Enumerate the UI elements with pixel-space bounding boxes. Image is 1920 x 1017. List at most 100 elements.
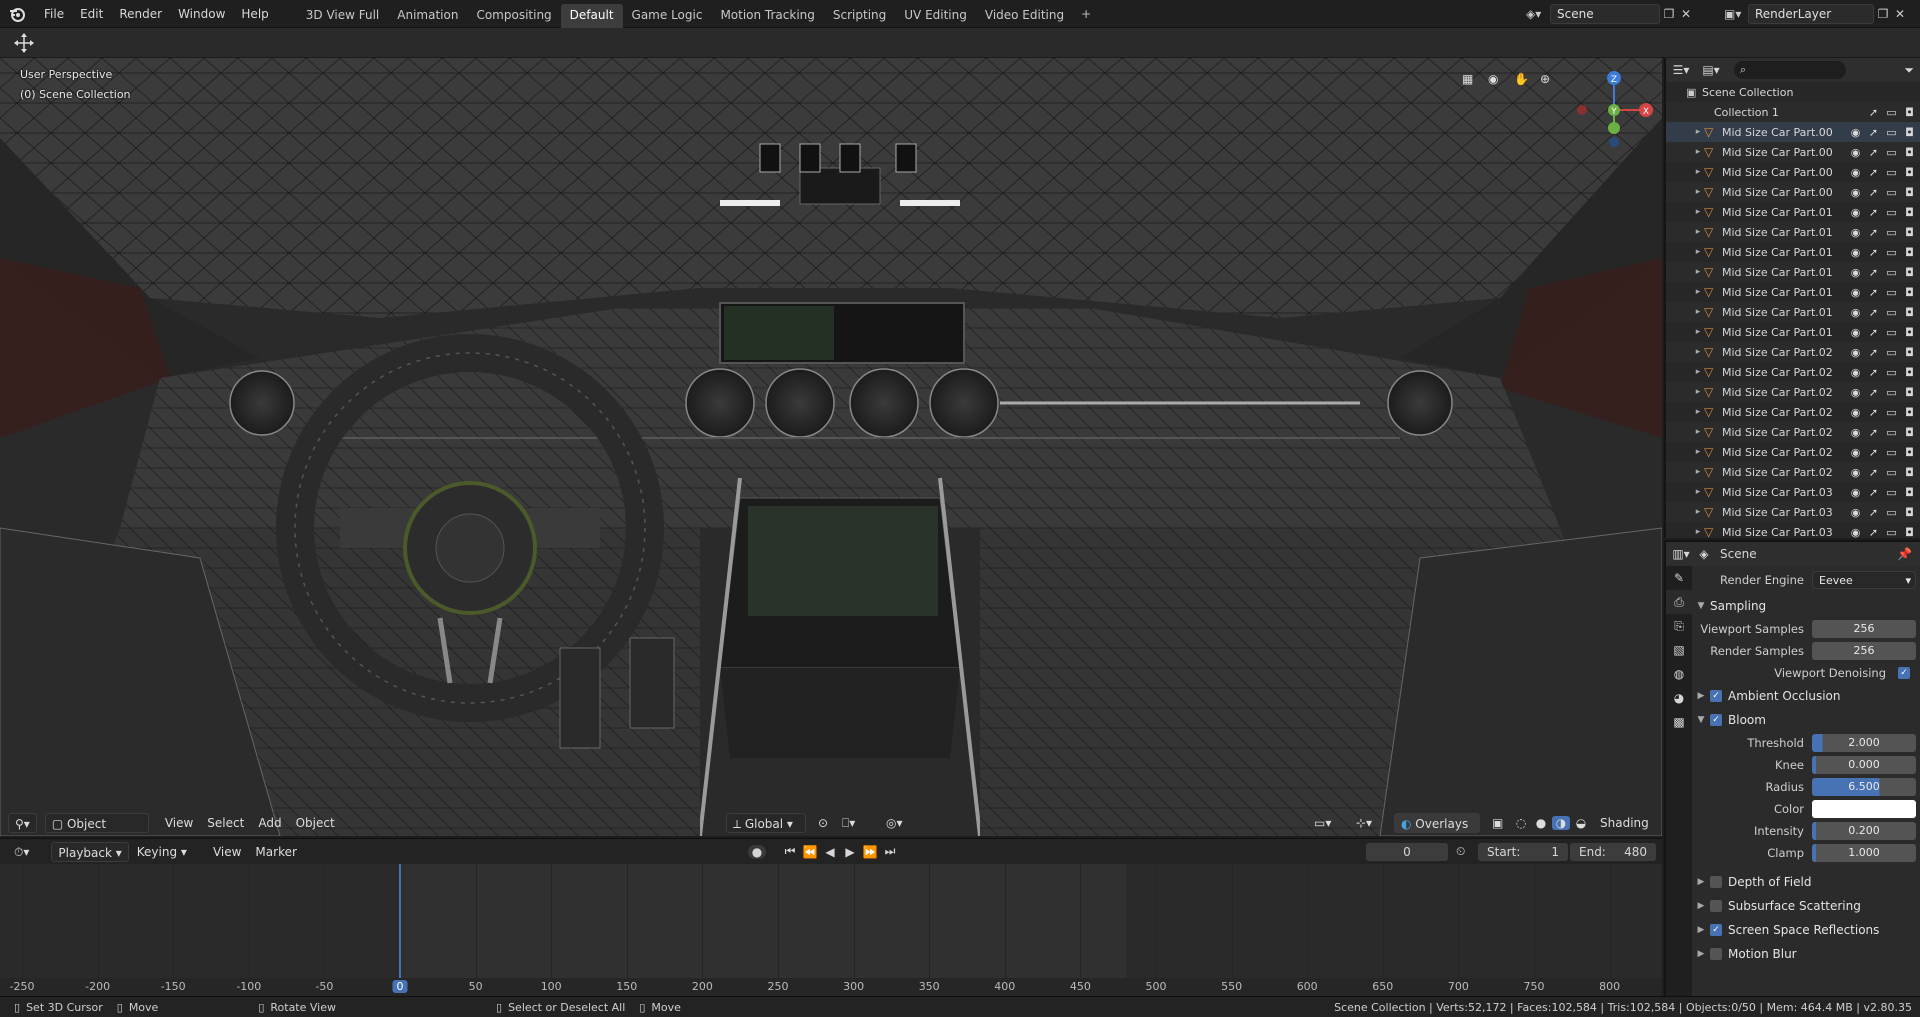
duplicate-layer-icon[interactable]: ❐ xyxy=(1874,7,1892,21)
outliner-object-row[interactable]: ▸ ▽ Mid Size Car Part.01 ◉ ➚ ▭ ◘ xyxy=(1666,262,1920,282)
mode-dropdown[interactable]: ▢ Object Mode ▾ xyxy=(44,813,149,851)
eye-icon[interactable]: ◉ xyxy=(1849,306,1862,319)
render-visibility-icon[interactable]: ◘ xyxy=(1903,306,1916,319)
start-frame-field[interactable]: Start: 1 xyxy=(1478,842,1568,861)
render-visibility-icon[interactable]: ◘ xyxy=(1903,526,1916,539)
bloom-checkbox[interactable]: ✓ xyxy=(1710,714,1722,726)
bloom-radius-slider[interactable]: 6.500 xyxy=(1812,778,1916,796)
selectable-icon[interactable]: ➚ xyxy=(1867,486,1880,499)
grid-view-icon[interactable]: ▦ xyxy=(1462,72,1480,86)
viewport-visibility-icon[interactable]: ▭ xyxy=(1885,206,1898,219)
eye-icon[interactable]: ◉ xyxy=(1849,406,1862,419)
render-visibility-icon[interactable]: ◘ xyxy=(1903,406,1916,419)
expand-arrow-icon[interactable]: ▸ xyxy=(1692,307,1704,317)
timeline-area[interactable]: -250 -200 -150 -100 -50 0 50 100 150 200 250 300 350… xyxy=(0,864,1662,996)
tab-video-editing[interactable]: Video Editing xyxy=(976,4,1073,28)
collapsed-panel-header[interactable]: ▶ Motion Blur xyxy=(1692,942,1920,966)
texture-tab-icon[interactable]: ▩ xyxy=(1666,710,1692,734)
render-visibility-icon[interactable]: ◘ xyxy=(1903,346,1916,359)
menu-select[interactable]: Select xyxy=(201,813,250,833)
selectable-icon[interactable]: ➚ xyxy=(1867,306,1880,319)
render-visibility-icon[interactable]: ◘ xyxy=(1903,446,1916,459)
selectable-icon[interactable]: ➚ xyxy=(1867,386,1880,399)
blender-logo-icon[interactable] xyxy=(6,3,28,25)
render-visibility-icon[interactable]: ◘ xyxy=(1903,286,1916,299)
xray-icon[interactable]: ▣ xyxy=(1486,813,1509,833)
solid-shading-icon[interactable]: ● xyxy=(1532,816,1550,830)
eye-icon[interactable]: ◉ xyxy=(1849,246,1862,259)
viewport-visibility-icon[interactable]: ▭ xyxy=(1885,366,1898,379)
expand-arrow-icon[interactable]: ▸ xyxy=(1692,407,1704,417)
outliner-object-row[interactable]: ▸ ▽ Mid Size Car Part.02 ◉ ➚ ▭ ◘ xyxy=(1666,462,1920,482)
bloom-knee-slider[interactable]: 0.000 xyxy=(1812,756,1916,774)
render-visibility-icon[interactable]: ◘ xyxy=(1903,426,1916,439)
camera-icon[interactable]: ◉ xyxy=(1488,72,1506,86)
outliner-object-row[interactable]: ▸ ▽ Mid Size Car Part.03 ◉ ➚ ▭ ◘ xyxy=(1666,502,1920,522)
expand-arrow-icon[interactable]: ▸ xyxy=(1692,147,1704,157)
render-visibility-icon[interactable]: ◘ xyxy=(1903,386,1916,399)
view-layer-tab-icon[interactable]: ▧ xyxy=(1666,638,1692,662)
editor-type-icon[interactable]: ⚲▾ xyxy=(8,813,37,833)
viewport-visibility-icon[interactable]: ▭ xyxy=(1885,286,1898,299)
menu-keying[interactable]: Keying ▾ xyxy=(131,842,193,862)
tab-motion-tracking[interactable]: Motion Tracking xyxy=(711,4,823,28)
expand-arrow-icon[interactable]: ▸ xyxy=(1692,507,1704,517)
expand-arrow-icon[interactable]: ▸ xyxy=(1692,267,1704,277)
eye-icon[interactable]: ◉ xyxy=(1849,426,1862,439)
move-tool-icon[interactable] xyxy=(12,32,36,54)
sampling-panel-header[interactable]: ▼ Sampling xyxy=(1692,594,1920,618)
outliner-object-row[interactable]: ▸ ▽ Mid Size Car Part.02 ◉ ➚ ▭ ◘ xyxy=(1666,422,1920,442)
duplicate-scene-icon[interactable]: ❐ xyxy=(1660,7,1678,21)
selectable-icon[interactable]: ➚ xyxy=(1867,146,1880,159)
current-frame-field[interactable]: 0 xyxy=(1366,842,1448,861)
render-visibility-icon[interactable]: ◘ xyxy=(1903,106,1916,119)
preview-range-icon[interactable]: ⏲ xyxy=(1456,844,1465,859)
selectable-icon[interactable]: ➚ xyxy=(1867,286,1880,299)
scene-name-field[interactable]: Scene xyxy=(1550,4,1660,24)
outliner-object-row[interactable]: ▸ ▽ Mid Size Car Part.01 ◉ ➚ ▭ ◘ xyxy=(1666,322,1920,342)
scene-icon[interactable]: ◈▾ xyxy=(1526,7,1550,21)
tab-uv-editing[interactable]: UV Editing xyxy=(895,4,976,28)
eye-icon[interactable]: ◉ xyxy=(1849,286,1862,299)
eye-icon[interactable]: ◉ xyxy=(1849,126,1862,139)
expand-arrow-icon[interactable]: ▸ xyxy=(1692,327,1704,337)
menu-timeline-view[interactable]: View xyxy=(207,842,247,862)
render-visibility-icon[interactable]: ◘ xyxy=(1903,226,1916,239)
outliner-object-row[interactable]: ▸ ▽ Mid Size Car Part.01 ◉ ➚ ▭ ◘ xyxy=(1666,202,1920,222)
bloom-color-swatch[interactable] xyxy=(1812,800,1916,818)
panel-checkbox[interactable] xyxy=(1710,948,1722,960)
selectable-icon[interactable]: ➚ xyxy=(1867,186,1880,199)
viewport-visibility-icon[interactable]: ▭ xyxy=(1885,266,1898,279)
record-icon[interactable]: ● xyxy=(748,844,766,859)
render-layer-field[interactable]: RenderLayer xyxy=(1748,4,1874,24)
render-visibility-icon[interactable]: ◘ xyxy=(1903,166,1916,179)
render-visibility-icon[interactable]: ◘ xyxy=(1903,206,1916,219)
expand-arrow-icon[interactable]: ▸ xyxy=(1692,487,1704,497)
outliner-object-row[interactable]: ▸ ▽ Mid Size Car Part.00 ◉ ➚ ▭ ◘ xyxy=(1666,182,1920,202)
outliner-object-row[interactable]: ▸ ▽ Mid Size Car Part.02 ◉ ➚ ▭ ◘ xyxy=(1666,382,1920,402)
render-visibility-icon[interactable]: ◘ xyxy=(1903,186,1916,199)
rendered-shading-icon[interactable]: ◒ xyxy=(1572,816,1590,830)
viewport-visibility-icon[interactable]: ▭ xyxy=(1885,186,1898,199)
axis-gizmo[interactable]: Z X Y xyxy=(1572,68,1656,152)
viewport-visibility-icon[interactable]: ▭ xyxy=(1885,386,1898,399)
world-tab-icon[interactable]: ◕ xyxy=(1666,686,1692,710)
expand-arrow-icon[interactable]: ▸ xyxy=(1692,247,1704,257)
tab-game-logic[interactable]: Game Logic xyxy=(623,4,712,28)
render-visibility-icon[interactable]: ◘ xyxy=(1903,466,1916,479)
expand-arrow-icon[interactable]: ▸ xyxy=(1692,467,1704,477)
playhead[interactable] xyxy=(399,864,401,996)
filter-icon[interactable]: ⏷ xyxy=(1904,63,1914,78)
pin-icon[interactable]: 📌 xyxy=(1897,547,1912,561)
3d-viewport[interactable]: User Perspective (0) Scene Collection ▦ … xyxy=(0,58,1662,836)
viewport-visibility-icon[interactable]: ▭ xyxy=(1885,146,1898,159)
viewport-visibility-icon[interactable]: ▭ xyxy=(1885,506,1898,519)
render-samples-field[interactable]: 256 xyxy=(1812,642,1916,660)
selectable-icon[interactable]: ➚ xyxy=(1867,406,1880,419)
material-shading-icon[interactable]: ◑ xyxy=(1552,816,1570,830)
bloom-clamp-slider[interactable]: 1.000 xyxy=(1812,844,1916,862)
bloom-intensity-slider[interactable]: 0.200 xyxy=(1812,822,1916,840)
collapsed-panel-header[interactable]: ▶ Depth of Field xyxy=(1692,870,1920,894)
selectable-icon[interactable]: ➚ xyxy=(1867,466,1880,479)
bloom-threshold-slider[interactable]: 2.000 xyxy=(1812,734,1916,752)
